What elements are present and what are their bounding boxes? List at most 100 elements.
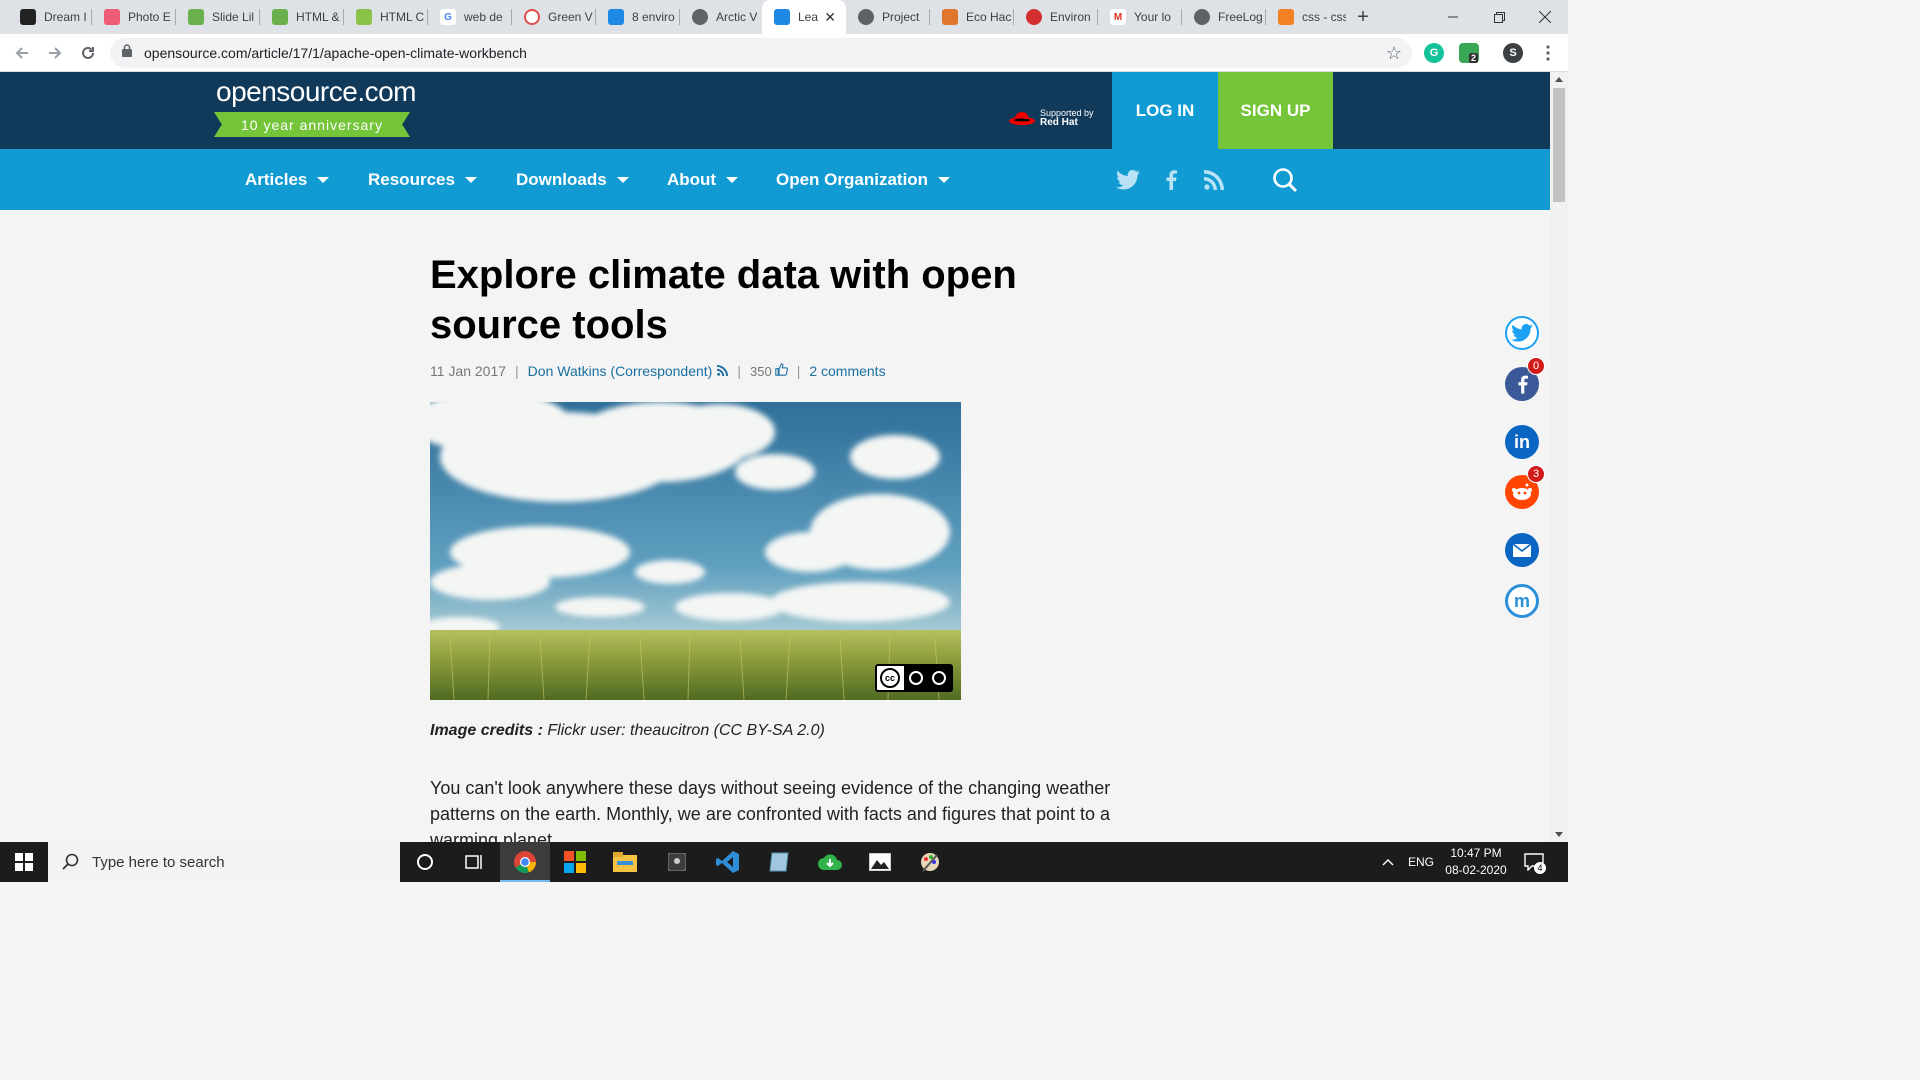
- tab-title: web de: [464, 10, 503, 24]
- site-logo[interactable]: opensource.com: [216, 76, 417, 108]
- thumbs-up-icon[interactable]: [774, 363, 788, 379]
- tab-favicon-icon: [104, 9, 120, 25]
- scrollbar-thumb[interactable]: [1553, 88, 1565, 202]
- tab-title: Dream I: [44, 10, 87, 24]
- share-facebook-button[interactable]: 0: [1505, 357, 1545, 401]
- mastodon-icon: m: [1513, 590, 1530, 611]
- tab-title: HTML C: [380, 10, 425, 24]
- globe-icon: [692, 9, 708, 25]
- browser-tab[interactable]: Arctic V: [680, 0, 762, 34]
- browser-tab[interactable]: Photo E: [92, 0, 176, 34]
- share-linkedin-button[interactable]: in: [1505, 425, 1539, 459]
- forward-arrow-icon[interactable]: [43, 41, 67, 65]
- minimize-window-icon[interactable]: [1430, 0, 1476, 34]
- rss-icon[interactable]: [1201, 167, 1227, 193]
- nav-label: About: [667, 169, 717, 189]
- new-tab-button[interactable]: +: [1352, 4, 1374, 30]
- profile-avatar[interactable]: S: [1503, 43, 1523, 63]
- browser-tab[interactable]: Environ: [1014, 0, 1098, 34]
- show-hidden-icons-icon[interactable]: [1382, 842, 1394, 882]
- caret-down-icon: [938, 176, 951, 183]
- caret-down-icon: [464, 176, 477, 183]
- taskbar-search-box[interactable]: Type here to search: [48, 842, 400, 882]
- page-scrollbar[interactable]: [1550, 72, 1568, 842]
- reload-icon[interactable]: [76, 41, 100, 65]
- chrome-taskbar-icon[interactable]: [500, 842, 550, 882]
- reddit-share-count: 3: [1527, 465, 1545, 483]
- windows-taskbar: Type here to search ENG 10:47 PM 08-02-2…: [0, 842, 1568, 882]
- tab-favicon-icon: [356, 9, 372, 25]
- scroll-up-arrow-icon[interactable]: [1555, 77, 1563, 82]
- menu-dots-icon[interactable]: [1536, 41, 1560, 65]
- browser-tab-active[interactable]: Lea ✕: [762, 0, 846, 34]
- browser-tab-strip: Dream I Photo E Slide Lil HTML & HTML C …: [0, 0, 1568, 34]
- share-twitter-button[interactable]: [1505, 316, 1539, 350]
- linkedin-icon: in: [1514, 431, 1530, 452]
- browser-tab[interactable]: HTML C: [344, 0, 428, 34]
- nav-item-downloads[interactable]: Downloads: [516, 149, 629, 210]
- browser-tab[interactable]: Gweb de: [428, 0, 512, 34]
- photos-taskbar-icon[interactable]: [855, 842, 905, 882]
- author-rss-icon[interactable]: [717, 363, 729, 379]
- extension-badge: 2: [1469, 53, 1479, 63]
- sponsor-block[interactable]: Supported by Red Hat: [1008, 108, 1094, 128]
- browser-tab[interactable]: Eco Hac: [930, 0, 1014, 34]
- close-window-icon[interactable]: [1522, 0, 1568, 34]
- tab-title: Project: [882, 10, 920, 24]
- tab-title: FreeLog: [1218, 10, 1263, 24]
- facebook-icon[interactable]: [1158, 167, 1184, 193]
- action-center-icon[interactable]: 4: [1524, 842, 1546, 882]
- cortana-icon[interactable]: [400, 842, 450, 882]
- share-reddit-button[interactable]: 3: [1505, 465, 1545, 509]
- twitter-icon[interactable]: [1115, 167, 1141, 193]
- login-button[interactable]: LOG IN: [1112, 72, 1218, 149]
- signup-button[interactable]: SIGN UP: [1218, 72, 1333, 149]
- browser-tab[interactable]: M Your lo: [1098, 0, 1182, 34]
- nav-item-open-organization[interactable]: Open Organization: [776, 149, 951, 210]
- nav-item-articles[interactable]: Articles: [245, 149, 330, 210]
- nav-item-about[interactable]: About: [667, 149, 739, 210]
- browser-tab[interactable]: Dream I: [8, 0, 92, 34]
- facebook-icon: [1517, 375, 1528, 394]
- bookmark-star-icon[interactable]: ☆: [1386, 43, 1402, 64]
- tab-favicon-icon: [1278, 9, 1294, 25]
- file-explorer-taskbar-icon[interactable]: [600, 842, 650, 882]
- tab-favicon-icon: [188, 9, 204, 25]
- address-bar[interactable]: opensource.com/article/17/1/apache-open-…: [110, 38, 1412, 68]
- app-taskbar-icon[interactable]: [652, 842, 702, 882]
- comments-link[interactable]: 2 comments: [809, 363, 885, 379]
- globe-icon: [1194, 9, 1210, 25]
- tab-favicon-icon: [20, 9, 36, 25]
- grammarly-icon[interactable]: G: [1424, 43, 1444, 63]
- paint-taskbar-icon[interactable]: [905, 842, 955, 882]
- taskbar-search-placeholder: Type here to search: [92, 853, 225, 871]
- tab-title: 8 enviro: [632, 10, 675, 24]
- author-link[interactable]: Don Watkins (Correspondent): [528, 363, 713, 379]
- search-icon[interactable]: [1272, 167, 1298, 193]
- browser-tab[interactable]: Green V: [512, 0, 596, 34]
- caret-down-icon: [616, 176, 629, 183]
- back-arrow-icon[interactable]: [10, 41, 34, 65]
- task-view-icon[interactable]: [450, 842, 500, 882]
- extension-shield-icon[interactable]: 2: [1459, 43, 1479, 63]
- language-indicator[interactable]: ENG: [1408, 842, 1434, 882]
- share-email-button[interactable]: [1505, 533, 1539, 567]
- taskbar-clock[interactable]: 10:47 PM 08-02-2020: [1436, 845, 1516, 879]
- download-taskbar-icon[interactable]: [805, 842, 855, 882]
- nav-item-resources[interactable]: Resources: [368, 149, 477, 210]
- browser-tab[interactable]: Slide Lil: [176, 0, 260, 34]
- browser-tab[interactable]: FreeLog: [1182, 0, 1266, 34]
- browser-tab[interactable]: HTML &: [260, 0, 344, 34]
- restore-window-icon[interactable]: [1476, 0, 1522, 34]
- scroll-down-arrow-icon[interactable]: [1555, 832, 1563, 837]
- photo-app-taskbar-icon[interactable]: [550, 842, 600, 882]
- browser-tab[interactable]: Project: [846, 0, 930, 34]
- vscode-taskbar-icon[interactable]: [703, 842, 753, 882]
- windows-start-icon[interactable]: [0, 842, 48, 882]
- share-mastodon-button[interactable]: m: [1505, 584, 1539, 618]
- browser-tab[interactable]: 8 enviro: [596, 0, 680, 34]
- browser-tab[interactable]: css - css: [1266, 0, 1346, 34]
- notes-taskbar-icon[interactable]: [754, 842, 804, 882]
- close-tab-icon[interactable]: ✕: [824, 9, 836, 26]
- caret-down-icon: [317, 176, 330, 183]
